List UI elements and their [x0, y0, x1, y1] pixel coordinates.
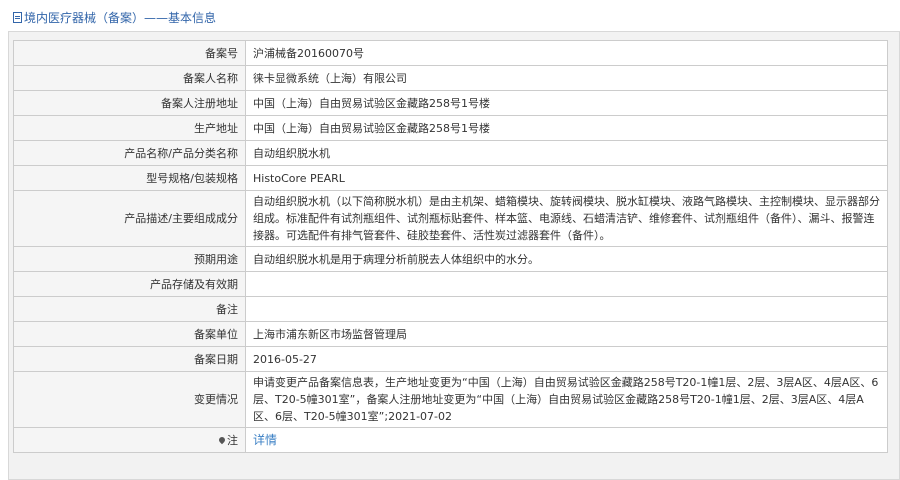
row-label: 注 — [227, 433, 238, 447]
table-row: 备案人注册地址 中国（上海）自由贸易试验区金藏路258号1号楼 — [13, 90, 888, 116]
note-label-cell: 注 — [13, 427, 246, 453]
table-row: 生产地址 中国（上海）自由贸易试验区金藏路258号1号楼 — [13, 115, 888, 141]
row-label: 型号规格/包装规格 — [13, 165, 246, 191]
row-value: 自动组织脱水机（以下简称脱水机）是由主机架、蜡箱模块、旋转阀模块、脱水缸模块、液… — [245, 190, 888, 247]
table-row: 注 详情 — [13, 427, 888, 453]
row-label: 生产地址 — [13, 115, 246, 141]
row-value: HistoCore PEARL — [245, 165, 888, 191]
row-label: 备案号 — [13, 40, 246, 66]
row-label: 备案单位 — [13, 321, 246, 347]
info-panel: 备案号 沪浦械备20160070号 备案人名称 徕卡显微系统（上海）有限公司 备… — [8, 31, 900, 480]
row-label: 产品描述/主要组成成分 — [13, 190, 246, 247]
row-label: 备注 — [13, 296, 246, 322]
table-row: 备案单位 上海市浦东新区市场监督管理局 — [13, 321, 888, 347]
table-row: 预期用途 自动组织脱水机是用于病理分析前脱去人体组织中的水分。 — [13, 246, 888, 272]
details-cell: 详情 — [245, 427, 888, 453]
row-value: 中国（上海）自由贸易试验区金藏路258号1号楼 — [245, 115, 888, 141]
table-row: 型号规格/包装规格 HistoCore PEARL — [13, 165, 888, 191]
page-title: 境内医疗器械（备案）——基本信息 — [0, 0, 900, 32]
breadcrumb-sub: 基本信息 — [168, 11, 217, 25]
table-row: 备注 — [13, 296, 888, 322]
row-value: 上海市浦东新区市场监督管理局 — [245, 321, 888, 347]
row-label: 备案人注册地址 — [13, 90, 246, 116]
row-label: 备案日期 — [13, 346, 246, 372]
table-row: 产品名称/产品分类名称 自动组织脱水机 — [13, 140, 888, 166]
table-row: 变更情况 申请变更产品备案信息表，生产地址变更为“中国（上海）自由贸易试验区金藏… — [13, 371, 888, 428]
breadcrumb-main: 境内医疗器械（备案） — [24, 11, 145, 25]
pin-icon — [217, 435, 227, 444]
details-link[interactable]: 详情 — [253, 433, 277, 447]
table-row: 备案日期 2016-05-27 — [13, 346, 888, 372]
table-row: 备案人名称 徕卡显微系统（上海）有限公司 — [13, 65, 888, 91]
row-value: 沪浦械备20160070号 — [245, 40, 888, 66]
table-row: 备案号 沪浦械备20160070号 — [13, 40, 888, 66]
row-label: 变更情况 — [13, 371, 246, 428]
breadcrumb-separator: —— — [144, 11, 169, 25]
row-value: 自动组织脱水机是用于病理分析前脱去人体组织中的水分。 — [245, 246, 888, 272]
row-label: 备案人名称 — [13, 65, 246, 91]
row-value: 2016-05-27 — [245, 346, 888, 372]
row-value: 申请变更产品备案信息表，生产地址变更为“中国（上海）自由贸易试验区金藏路258号… — [245, 371, 888, 428]
row-value — [245, 271, 888, 297]
table-row: 产品描述/主要组成成分 自动组织脱水机（以下简称脱水机）是由主机架、蜡箱模块、旋… — [13, 190, 888, 247]
row-value: 自动组织脱水机 — [245, 140, 888, 166]
table-row: 产品存储及有效期 — [13, 271, 888, 297]
row-label: 产品名称/产品分类名称 — [13, 140, 246, 166]
row-value: 中国（上海）自由贸易试验区金藏路258号1号楼 — [245, 90, 888, 116]
row-value — [245, 296, 888, 322]
row-label: 预期用途 — [13, 246, 246, 272]
row-value: 徕卡显微系统（上海）有限公司 — [245, 65, 888, 91]
document-icon — [13, 12, 22, 23]
row-label: 产品存储及有效期 — [13, 271, 246, 297]
info-table: 备案号 沪浦械备20160070号 备案人名称 徕卡显微系统（上海）有限公司 备… — [13, 40, 888, 453]
